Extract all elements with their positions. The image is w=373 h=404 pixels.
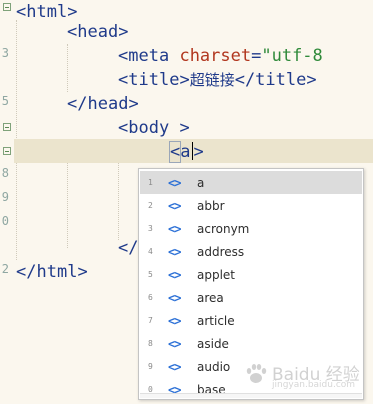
item-label: acronym xyxy=(197,221,250,236)
tag-name: meta xyxy=(128,46,170,66)
autocomplete-item-acronym[interactable]: 3 <> acronym xyxy=(140,217,362,240)
item-shortcut-number: 7 xyxy=(148,316,153,325)
tag-open: < xyxy=(118,46,129,66)
tag-close: > xyxy=(67,2,78,22)
item-label: aside xyxy=(197,336,229,351)
tag-close: > xyxy=(128,94,139,114)
item-shortcut-number: 5 xyxy=(148,270,153,279)
autocomplete-item-abbr[interactable]: 2 <> abbr xyxy=(140,194,362,217)
line-number: 9 xyxy=(1,190,9,204)
item-shortcut-number: 3 xyxy=(148,224,153,233)
code-line-current[interactable]: <a > xyxy=(168,140,204,164)
tag-open: </ xyxy=(118,238,139,258)
tag-open: < xyxy=(118,70,129,90)
tag-close: > xyxy=(179,118,190,138)
fold-marker-icon[interactable] xyxy=(3,3,11,11)
line-number: 8 xyxy=(1,166,9,180)
html-tag-icon: <> xyxy=(168,267,181,282)
autocomplete-item-a[interactable]: 1 <> a xyxy=(140,171,362,194)
code-line[interactable]: </html> xyxy=(16,260,88,284)
tag-name: head xyxy=(77,22,119,42)
html-tag-icon: <> xyxy=(168,198,181,213)
item-shortcut-number: 8 xyxy=(148,339,153,348)
html-tag-icon: <> xyxy=(168,336,181,351)
code-line[interactable]: </head> xyxy=(67,92,139,116)
code-line[interactable]: <title>超链接</title> xyxy=(118,68,317,92)
tag-name: body xyxy=(128,118,180,138)
indent-guide xyxy=(67,44,68,92)
line-number: 5 xyxy=(1,94,9,108)
tag-close: > xyxy=(193,142,204,162)
attribute-name: charset xyxy=(179,46,252,66)
text-caret xyxy=(191,142,193,160)
item-label: audio xyxy=(197,359,231,374)
item-shortcut-number: 1 xyxy=(148,178,153,187)
tag-name: head xyxy=(87,94,129,114)
code-line[interactable]: <meta charset="utf-8 xyxy=(118,44,323,68)
item-label: address xyxy=(197,244,245,259)
item-label: abbr xyxy=(197,198,225,213)
line-number: 2 xyxy=(1,262,9,276)
item-shortcut-number: 2 xyxy=(148,201,153,210)
html-tag-icon: <> xyxy=(168,244,181,259)
item-label: a xyxy=(197,175,205,190)
watermark-url: jingyan.baidu.com xyxy=(272,380,356,390)
tag-open: </ xyxy=(16,262,37,282)
tag-open: < xyxy=(168,141,182,163)
code-line[interactable]: <head> xyxy=(67,20,128,44)
line-number: 3 xyxy=(1,46,9,60)
item-shortcut-number: 9 xyxy=(148,362,153,371)
editor-gutter: 3 5 8 9 0 2 xyxy=(0,0,14,404)
html-tag-icon: <> xyxy=(168,290,181,305)
autocomplete-item-address[interactable]: 4 <> address xyxy=(140,240,362,263)
tag-close: > xyxy=(179,70,190,90)
tag-name: html xyxy=(36,262,78,282)
tag-name: html xyxy=(26,2,68,22)
autocomplete-item-aside[interactable]: 8 <> aside xyxy=(140,332,362,355)
tag-close: > xyxy=(77,262,88,282)
autocomplete-item-article[interactable]: 7 <> article xyxy=(140,309,362,332)
baidu-paw-icon xyxy=(246,364,267,383)
baidu-watermark: Baidu 经验 jingyan.baidu.com xyxy=(240,356,368,396)
tag-open: < xyxy=(16,2,27,22)
code-editor[interactable]: 3 5 8 9 0 2 <html> <head> <meta charset=… xyxy=(0,0,373,404)
fold-marker-icon[interactable] xyxy=(3,123,11,131)
typed-text: a xyxy=(180,142,191,162)
tag-open: < xyxy=(67,22,78,42)
fold-marker-icon[interactable] xyxy=(3,147,11,155)
item-label: area xyxy=(197,290,224,305)
tag-end: </title> xyxy=(234,70,317,90)
autocomplete-item-applet[interactable]: 5 <> applet xyxy=(140,263,362,286)
html-tag-icon: <> xyxy=(168,359,181,374)
line-number: 0 xyxy=(1,214,9,228)
tag-open: </ xyxy=(67,94,88,114)
tag-name: title xyxy=(128,70,180,90)
attribute-value: "utf-8 xyxy=(261,46,323,66)
tag-close: > xyxy=(118,22,129,42)
item-label: applet xyxy=(197,267,236,282)
item-label: article xyxy=(197,313,235,328)
html-tag-icon: <> xyxy=(168,313,181,328)
code-line[interactable]: <body > xyxy=(118,116,190,140)
html-tag-icon: <> xyxy=(168,175,181,190)
item-shortcut-number: 4 xyxy=(148,247,153,256)
item-shortcut-number: 6 xyxy=(148,293,153,302)
tag-open: < xyxy=(118,118,129,138)
html-tag-icon: <> xyxy=(168,221,181,236)
title-text: 超链接 xyxy=(189,71,235,89)
attribute-equals: = xyxy=(251,46,262,66)
autocomplete-item-area[interactable]: 6 <> area xyxy=(140,286,362,309)
